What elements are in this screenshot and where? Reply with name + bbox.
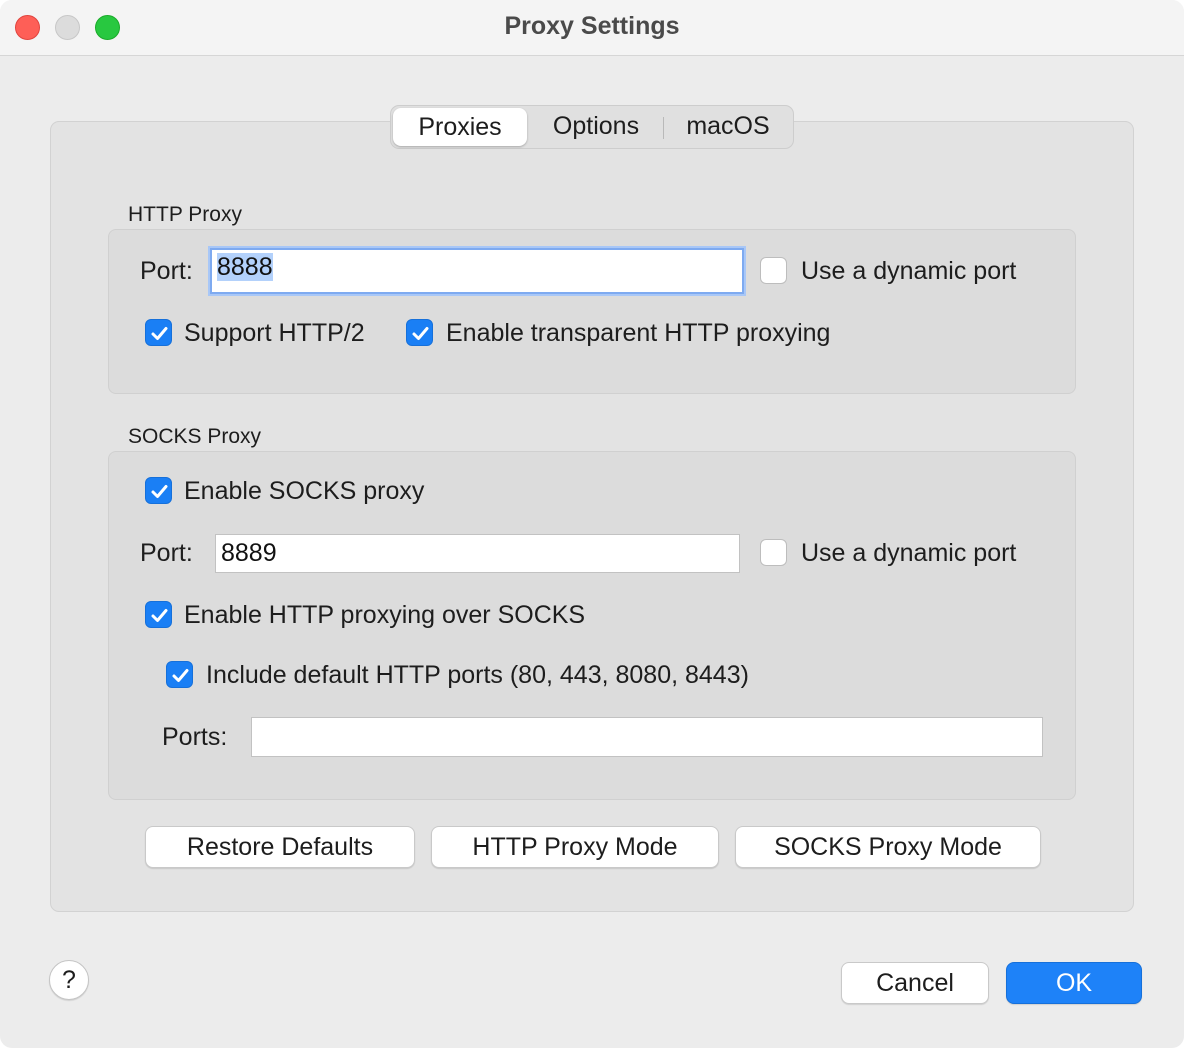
http-dynamic-port-label: Use a dynamic port xyxy=(801,257,1017,285)
window-title: Proxy Settings xyxy=(504,12,680,40)
checkmark-icon xyxy=(151,327,168,340)
http-dynamic-port-checkbox[interactable] xyxy=(760,257,787,284)
socks-dynamic-port-label: Use a dynamic port xyxy=(801,539,1017,567)
tab-bar: Proxies Options macOS xyxy=(390,105,794,149)
checkmark-icon xyxy=(172,669,189,682)
socks-dynamic-port-checkbox[interactable] xyxy=(760,539,787,566)
title-bar: Proxy Settings xyxy=(0,0,1184,56)
tab-macos[interactable]: macOS xyxy=(667,106,789,148)
transparent-proxying-checkbox[interactable] xyxy=(406,319,433,346)
include-default-ports-label: Include default HTTP ports (80, 443, 808… xyxy=(206,661,749,689)
socks-proxy-mode-button[interactable]: SOCKS Proxy Mode xyxy=(735,826,1041,868)
http-proxy-group-label: HTTP Proxy xyxy=(128,203,242,226)
include-default-ports-checkbox[interactable] xyxy=(166,661,193,688)
restore-defaults-button[interactable]: Restore Defaults xyxy=(145,826,415,868)
socks-proxy-group-label: SOCKS Proxy xyxy=(128,425,262,448)
cancel-button[interactable]: Cancel xyxy=(841,962,989,1004)
checkmark-icon xyxy=(412,327,429,340)
support-http2-label: Support HTTP/2 xyxy=(184,319,365,347)
enable-socks-checkbox[interactable] xyxy=(145,477,172,504)
http-over-socks-checkbox[interactable] xyxy=(145,601,172,628)
enable-socks-label: Enable SOCKS proxy xyxy=(184,477,425,505)
ports-input[interactable] xyxy=(251,717,1043,757)
ok-button[interactable]: OK xyxy=(1006,962,1142,1004)
transparent-proxying-label: Enable transparent HTTP proxying xyxy=(446,319,831,347)
http-port-label: Port: xyxy=(140,257,193,285)
socks-port-label: Port: xyxy=(140,539,193,567)
proxy-settings-window: Proxy Settings Proxies Options macOS HTT… xyxy=(0,0,1184,1048)
ports-label: Ports: xyxy=(162,723,228,751)
tab-separator xyxy=(663,117,664,139)
http-port-input[interactable]: 8888 xyxy=(210,248,744,294)
http-port-value: 8888 xyxy=(217,253,273,281)
checkmark-icon xyxy=(151,485,168,498)
socks-port-input[interactable]: 8889 xyxy=(215,534,740,573)
checkmark-icon xyxy=(151,609,168,622)
support-http2-checkbox[interactable] xyxy=(145,319,172,346)
http-proxy-mode-button[interactable]: HTTP Proxy Mode xyxy=(431,826,719,868)
help-button[interactable]: ? xyxy=(49,960,89,1000)
tab-proxies[interactable]: Proxies xyxy=(393,108,527,146)
http-over-socks-label: Enable HTTP proxying over SOCKS xyxy=(184,601,586,629)
tab-options[interactable]: Options xyxy=(533,106,659,148)
